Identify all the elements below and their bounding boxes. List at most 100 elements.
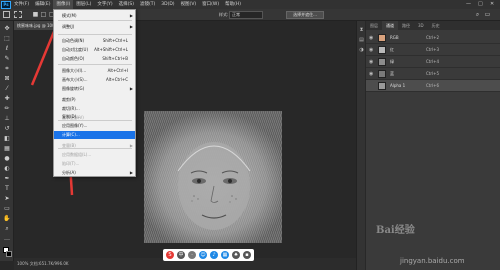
pen-tool-icon[interactable]: ✒ [3,175,11,183]
ime-toolbar: S 中 · ☺ ♪ ▦ ♠ ▪ [163,249,254,261]
channel-thumbnail [378,70,386,78]
menu-5[interactable]: 选择(S) [116,0,137,9]
maximize-button[interactable]: □ [478,0,483,9]
image-menu-item-16[interactable]: 陷印(T)... [54,160,135,168]
new-selection-icon[interactable]: ■ [32,11,39,18]
image-menu-item-11[interactable]: 复制(D)... [54,113,135,121]
image-menu-item-6[interactable]: 画布大小(S)... Alt+Ctrl+C [54,76,135,84]
image-menu-item-7[interactable]: 图像旋转(G) ▶ [54,85,135,93]
marquee-tool-icon[interactable] [14,11,22,18]
healing-brush-tool-icon[interactable]: ✚ [3,95,11,103]
brush-tool-icon[interactable]: ✏ [3,105,11,113]
zoom-tool-icon[interactable]: ⌕ [3,225,11,233]
blur-tool-icon[interactable]: ● [3,155,11,163]
image-menu-item-17[interactable]: 分析(A) ▶ [54,169,135,177]
panel-tab-3[interactable]: 3D [414,21,428,30]
image-menu-item-5[interactable]: 图像大小(I)... Alt+Ctrl+I [54,67,135,75]
minimize-button[interactable]: — [466,0,471,9]
channel-row[interactable]: ◉ 蓝 Ctrl+5 [366,68,500,80]
visibility-eye-icon[interactable]: ◉ [369,47,375,53]
channel-row[interactable]: ◉ 绿 Ctrl+4 [366,56,500,68]
menu-item-shortcut: Alt+Shift+Ctrl+L [94,47,128,52]
eraser-tool-icon[interactable]: ◧ [3,135,11,143]
toolbox-icon[interactable]: ▪ [243,251,251,259]
skin-icon[interactable]: ♠ [232,251,240,259]
adjustments-panel-icon[interactable]: ◑ [358,47,365,54]
punctuation-icon[interactable]: · [188,251,196,259]
visibility-eye-icon[interactable] [369,83,375,89]
panel-tab-1[interactable]: 通道 [382,21,398,30]
background-color-swatch[interactable] [6,251,12,257]
menu-item-label: 计算(C)... [62,132,80,137]
visibility-eye-icon[interactable]: ◉ [369,71,375,77]
channel-row[interactable]: ◉ 红 Ctrl+3 [366,44,500,56]
image-menu-item-3[interactable]: 自动对比度(U) Alt+Shift+Ctrl+L [54,46,135,54]
select-and-mask-button[interactable]: 选择并遮住... [286,11,324,19]
panel-tab-4[interactable]: 历史 [428,21,444,30]
chinese-mode-icon[interactable]: 中 [177,251,185,259]
home-icon[interactable] [3,11,10,18]
properties-panel-icon[interactable]: ▤ [358,37,365,44]
image-menu-item-13[interactable]: 计算(C)... [54,131,135,139]
menu-item-shortcut: Alt+Ctrl+C [105,77,128,82]
search-icon[interactable]: ⌕ [474,11,481,18]
channel-name: RGB [390,35,399,40]
image-menu-item-2[interactable]: 自动色调(N) Shift+Ctrl+L [54,37,135,45]
menu-7[interactable]: 3D(D) [158,0,177,9]
menu-1[interactable]: 编辑(E) [32,0,53,9]
close-button[interactable]: ✕ [490,0,494,9]
move-tool-icon[interactable]: ✥ [3,25,11,33]
clone-stamp-tool-icon[interactable]: ⊥ [3,115,11,123]
image-menu-item-4[interactable]: 自动颜色(O) Shift+Ctrl+B [54,55,135,63]
emoji-icon[interactable]: ☺ [199,251,207,259]
visibility-eye-icon[interactable]: ◉ [369,59,375,65]
gradient-tool-icon[interactable]: ▦ [3,145,11,153]
workspace-icon[interactable]: ▭ [484,11,491,18]
type-tool-icon[interactable]: T [3,185,11,193]
menu-2[interactable]: 图像(I) [53,0,74,9]
add-selection-icon[interactable]: □ [40,11,47,18]
history-panel-icon[interactable]: ⧗ [358,27,365,34]
microphone-icon[interactable]: ♪ [210,251,218,259]
quick-select-tool-icon[interactable]: ✎ [3,55,11,63]
crop-tool-icon[interactable]: ⌗ [3,65,11,73]
image-menu-item-14[interactable]: 变量(B) ▶ [54,142,135,150]
menu-item-label: 模式(M) [62,13,77,18]
channel-row[interactable]: Alpha 1 Ctrl+6 [366,80,500,92]
dodge-tool-icon[interactable]: ◐ [3,165,11,173]
more-tools-icon[interactable]: … [3,235,11,243]
channel-name: 蓝 [390,71,394,76]
menu-0[interactable]: 文件(F) [11,0,32,9]
panel-tab-2[interactable]: 路径 [398,21,414,30]
menu-item-label: 自动颜色(O) [62,56,85,61]
image-menu-item-15[interactable]: 应用数据组(L)... [54,151,135,159]
shape-tool-icon[interactable]: ▭ [3,205,11,213]
menu-item-label: 应用图像(Y)... [62,123,88,128]
menu-3[interactable]: 图层(L) [73,0,94,9]
hand-tool-icon[interactable]: ✋ [3,215,11,223]
eyedropper-tool-icon[interactable]: ⁄ [3,85,11,93]
frame-tool-icon[interactable]: ⊠ [3,75,11,83]
channel-name: 红 [390,47,394,52]
image-menu-item-8[interactable]: 裁剪(P) [54,96,135,104]
keyboard-icon[interactable]: ▦ [221,251,229,259]
panel-tab-0[interactable]: 图层 [366,21,382,30]
image-menu-item-0[interactable]: 模式(M) ▶ [54,12,135,20]
channel-row[interactable]: ◉ RGB Ctrl+2 [366,32,500,44]
image-menu-item-1[interactable]: 调整(J) ▶ [54,23,135,31]
menu-9[interactable]: 窗口(W) [199,0,222,9]
image-menu-item-9[interactable]: 裁切(R)... [54,105,135,113]
menu-8[interactable]: 视图(V) [178,0,200,9]
sogou-icon[interactable]: S [166,251,174,259]
style-select[interactable]: 正常 [229,11,263,19]
lasso-tool-icon[interactable]: ℓ [3,45,11,53]
menu-4[interactable]: 文字(Y) [94,0,115,9]
channel-shortcut: Ctrl+2 [426,35,440,40]
marquee-tool-icon[interactable]: ⬚ [3,35,11,43]
menu-6[interactable]: 滤镜(T) [137,0,158,9]
menu-10[interactable]: 帮助(H) [222,0,244,9]
visibility-eye-icon[interactable]: ◉ [369,35,375,41]
image-menu-item-12[interactable]: 应用图像(Y)... [54,122,135,130]
path-select-tool-icon[interactable]: ➤ [3,195,11,203]
history-brush-tool-icon[interactable]: ↺ [3,125,11,133]
